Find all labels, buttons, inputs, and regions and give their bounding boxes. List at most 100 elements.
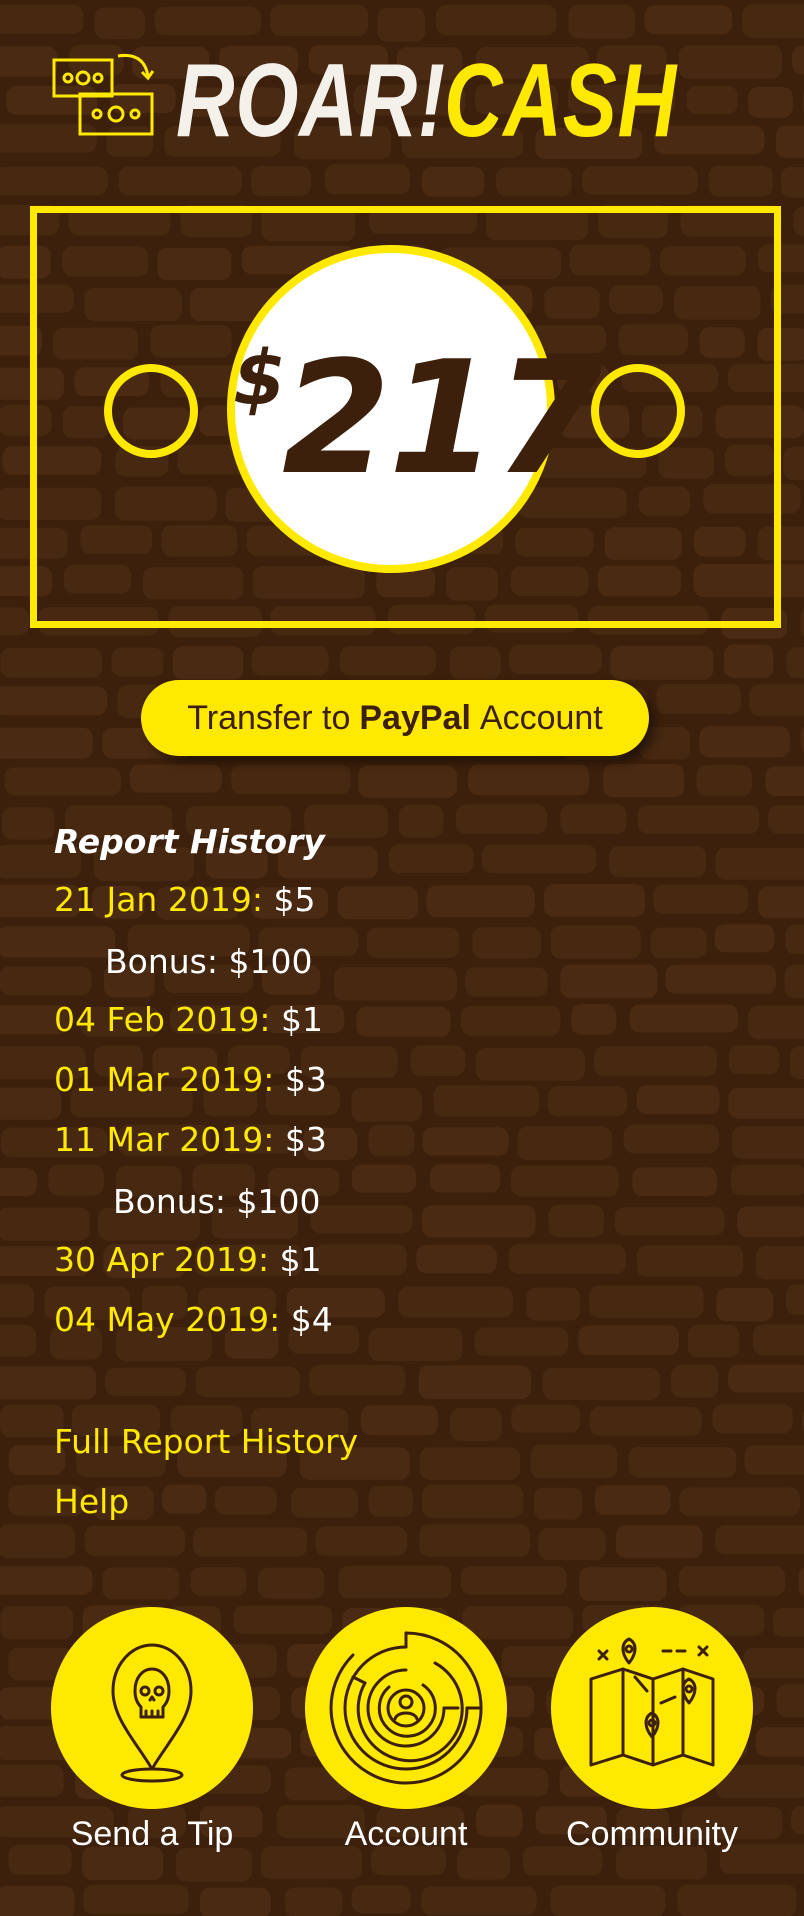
wall-stone [4,767,121,796]
wall-stone [589,1406,702,1436]
wall-stone [129,764,222,793]
history-value: $1 [281,1000,323,1039]
wall-stone [0,1566,93,1595]
maze-user-icon [329,1631,483,1785]
wall-stone [291,1487,358,1518]
wall-stone [0,1168,38,1197]
wall-stone [716,1287,774,1322]
wall-stone [215,1486,277,1515]
wall-stone [629,1004,739,1033]
nav-community-button[interactable] [551,1607,753,1809]
wall-stone [571,1004,617,1035]
history-row: 04 May 2019: $4 [54,1296,333,1344]
wall-stone [798,1567,804,1597]
wall-stone [784,964,804,999]
wall-stone [366,927,460,958]
wall-stone [636,1245,744,1277]
wall-stone [0,1886,75,1916]
history-date: 21 Jan 2019: [54,880,263,919]
wall-stone [0,1325,37,1357]
nav-community-label: Community [566,1815,738,1853]
wall-stone [582,166,698,195]
wall-stone [603,764,685,798]
wall-stone [339,646,437,676]
wall-stone [84,1525,185,1556]
wall-stone [708,165,773,197]
wall-stone [0,4,84,34]
wall-stone [474,1327,569,1356]
wall-stone [730,1164,804,1196]
wall-stone [465,967,548,997]
nav-send-tip-button[interactable] [51,1607,253,1809]
wall-stone [533,1487,583,1520]
wall-stone [653,884,749,914]
wall-stone [368,1485,414,1517]
wall-stone [0,966,92,996]
wall-stone [610,646,714,680]
wall-stone [118,166,242,196]
history-bonus: Bonus: $100 [105,942,313,981]
wall-stone [715,1525,804,1555]
wall-stone [0,926,116,958]
history-value: $4 [290,1300,333,1339]
wall-stone [154,6,262,36]
wall-stone [0,607,29,636]
skull-pin-icon [111,1643,193,1783]
wall-stone [449,646,501,680]
wall-stone [190,1567,247,1597]
wall-stone [360,1405,438,1436]
wall-stone [472,927,542,959]
wall-stone [0,166,108,196]
wall-stone [421,1205,536,1238]
wall-stone [426,885,535,918]
wall-stone [744,1445,804,1475]
nav-account-button[interactable] [305,1607,507,1809]
wall-stone [677,1884,797,1916]
wall-stone [94,7,145,39]
wall-stone [765,766,804,796]
wall-stone [200,1887,271,1916]
wall-stone [656,684,742,714]
app-title-roar: ROAR! [176,43,446,159]
wall-stone [195,1366,300,1398]
wall-stone [460,1566,567,1595]
wall-stone [162,1484,207,1514]
history-value: $3 [284,1060,327,1099]
wall-stone [639,727,691,760]
wall-stone [0,46,57,77]
wall-stone [783,446,804,481]
wall-stone [715,847,804,880]
bill-ring-left [104,364,198,458]
wall-stone [615,1525,703,1559]
wall-stone [568,4,635,39]
wall-stone [650,927,707,959]
nav-send-tip-label: Send a Tip [70,1815,234,1853]
wall-stone [102,1567,180,1600]
balance-currency: $ [233,333,286,422]
transfer-paypal-button[interactable]: Transfer to PayPal Account [141,680,649,756]
wall-stone [628,1447,737,1478]
wall-stone [789,1046,804,1079]
wall-stone [768,805,804,834]
wall-stone [368,1328,463,1361]
wall-stone [351,1164,417,1193]
history-row: 01 Mar 2019: $3 [54,1056,327,1104]
wall-stone [310,1205,413,1234]
wall-stone [337,886,419,920]
history-value: $5 [273,880,316,919]
wall-stone [686,85,738,115]
history-value: $3 [284,1120,327,1159]
full-report-history-link[interactable]: Full Report History [54,1418,358,1466]
wall-stone [258,1567,325,1599]
wall-stone [111,647,164,677]
history-date: 30 Apr 2019: [54,1240,270,1279]
nav-account-label: Account [344,1815,468,1853]
wall-stone [800,726,804,753]
help-link[interactable]: Help [54,1478,129,1526]
wall-stone [594,1485,671,1515]
wall-stone [450,1407,502,1441]
wall-stone [594,1046,717,1077]
wall-stone [1,807,55,840]
wall-stone [548,1204,604,1238]
wall-stone [644,5,733,35]
